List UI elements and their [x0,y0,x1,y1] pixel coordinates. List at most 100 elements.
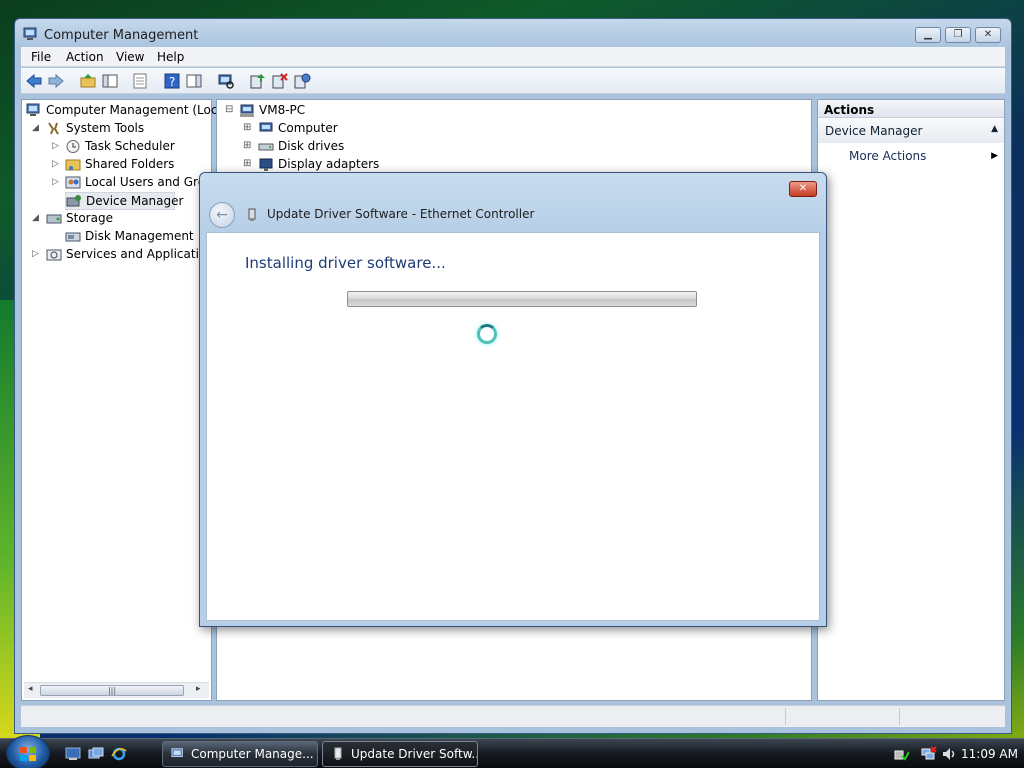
tree-device-manager[interactable]: Device Manager [65,192,183,210]
storage-icon [46,214,62,224]
expand-box-icon[interactable]: ⊞ [243,122,251,133]
status-divider [785,708,786,725]
actions-pane: Actions Device Manager ▲ More Actions ▶ [817,99,1005,701]
minimize-button[interactable]: ▁ [915,27,941,43]
network-disconnected-icon[interactable] [921,746,937,762]
device-manager-icon [66,195,81,207]
users-icon [65,176,81,189]
dialog-body: Installing driver software... [206,232,820,621]
submenu-arrow-icon: ▶ [991,151,998,161]
switch-windows-icon[interactable] [88,747,104,761]
clock-icon [66,140,80,153]
collapse-box-icon[interactable]: ⊟ [225,104,233,115]
help-icon[interactable]: ? [163,72,181,90]
horizontal-scrollbar[interactable]: ◂ ||| ▸ [24,682,209,698]
computer-management-icon [23,27,37,40]
shared-folder-icon [65,159,81,171]
services-icon [46,249,62,261]
console-tree: Computer Management (Local ◢ System Tool… [21,99,228,701]
device-item-label: Disk drives [278,139,345,153]
title-bar[interactable]: Computer Management ▁ ❐ ✕ [15,19,1011,49]
tree-shared-folders-label: Shared Folders [85,157,175,171]
menu-view[interactable]: View [116,50,144,64]
computer-management-icon [26,103,40,116]
show-hide-action-pane-icon[interactable] [185,72,203,90]
disk-drive-icon [258,143,274,151]
tree-storage-label: Storage [66,211,113,225]
expand-box-icon[interactable]: ⊞ [243,158,251,169]
expand-arrow-icon[interactable]: ▷ [52,177,59,187]
uninstall-icon[interactable] [271,72,289,90]
back-arrow-icon[interactable] [25,72,43,90]
device-item-label: Display adapters [278,157,380,171]
collapse-arrow-icon[interactable]: ◢ [32,123,39,133]
properties-icon[interactable] [131,72,149,90]
device-root-label: VM8-PC [259,103,306,117]
disk-management-icon [65,232,81,242]
busy-spinner-icon [477,324,497,344]
update-driver-dialog: ✕ ← Update Driver Software - Ethernet Co… [199,172,827,627]
back-arrow-icon[interactable]: ← [209,202,235,228]
expand-arrow-icon[interactable]: ▷ [32,249,39,259]
windows-logo-icon [20,747,36,761]
menu-bar: File Action View Help [21,47,1005,67]
scroll-left-icon[interactable]: ◂ [28,684,33,694]
status-bar [21,705,1005,727]
tools-icon [48,122,59,135]
clock[interactable]: 11:09 AM [961,747,1018,761]
expand-arrow-icon[interactable]: ▷ [52,159,59,169]
close-button[interactable]: ✕ [975,27,1001,43]
dialog-close-button[interactable]: ✕ [789,181,817,197]
svg-text:?: ? [169,75,175,89]
taskbar-button-label: Update Driver Softw... [351,747,478,761]
up-folder-icon[interactable] [79,72,97,90]
collapse-arrow-icon[interactable]: ◢ [32,213,39,223]
network-adapter-icon [334,747,342,760]
show-desktop-icon[interactable] [65,747,81,761]
menu-file[interactable]: File [31,50,51,64]
tree-services-label: Services and Applications [66,247,221,261]
show-hide-tree-icon[interactable] [101,72,119,90]
safely-remove-hardware-icon[interactable] [893,746,909,762]
expand-arrow-icon[interactable]: ▷ [52,141,59,151]
collapse-up-icon[interactable]: ▲ [991,124,998,134]
volume-icon[interactable] [941,746,957,762]
maximize-button[interactable]: ❐ [945,27,971,43]
more-actions-link[interactable]: More Actions [849,149,926,163]
disable-icon[interactable] [293,72,311,90]
scan-hardware-icon[interactable] [217,72,235,90]
tree-system-tools-label: System Tools [66,121,145,135]
tree-root-label: Computer Management (Local [46,103,229,117]
computer-icon [240,104,254,117]
actions-header: Actions [818,100,1004,118]
menu-help[interactable]: Help [157,50,184,64]
actions-section-label: Device Manager [825,124,923,138]
tree-task-scheduler-label: Task Scheduler [85,139,175,153]
expand-box-icon[interactable]: ⊞ [243,140,251,151]
device-item-label: Computer [278,121,338,135]
actions-section-device-manager[interactable]: Device Manager ▲ [818,119,1004,143]
computer-icon [259,122,273,132]
forward-arrow-icon[interactable] [47,72,65,90]
scroll-thumb[interactable]: ||| [40,685,184,696]
computer-management-icon [171,748,183,758]
scroll-right-icon[interactable]: ▸ [196,684,201,694]
taskbar-button-label: Computer Manage... [191,747,314,761]
window-title: Computer Management [44,28,199,43]
update-driver-icon[interactable] [249,72,267,90]
display-adapter-icon [259,158,273,171]
toolbar: ? [21,68,1005,94]
tree-device-manager-label: Device Manager [86,194,184,208]
internet-explorer-icon[interactable] [111,747,127,761]
dialog-heading: Installing driver software... [245,254,446,272]
taskbar-button-update-driver[interactable]: Update Driver Softw... [322,741,478,767]
tree-disk-management-label: Disk Management [85,229,194,243]
menu-action[interactable]: Action [66,50,104,64]
start-button[interactable] [6,735,50,768]
tree-root[interactable]: Computer Management (Local [26,102,228,120]
taskbar-button-computer-management[interactable]: Computer Manage... [162,741,318,767]
dialog-title: Update Driver Software - Ethernet Contro… [267,207,535,221]
taskbar: Computer Manage... Update Driver Softw..… [0,735,1024,768]
network-adapter-icon [248,208,256,221]
system-tray: 11:09 AM [885,739,1024,768]
